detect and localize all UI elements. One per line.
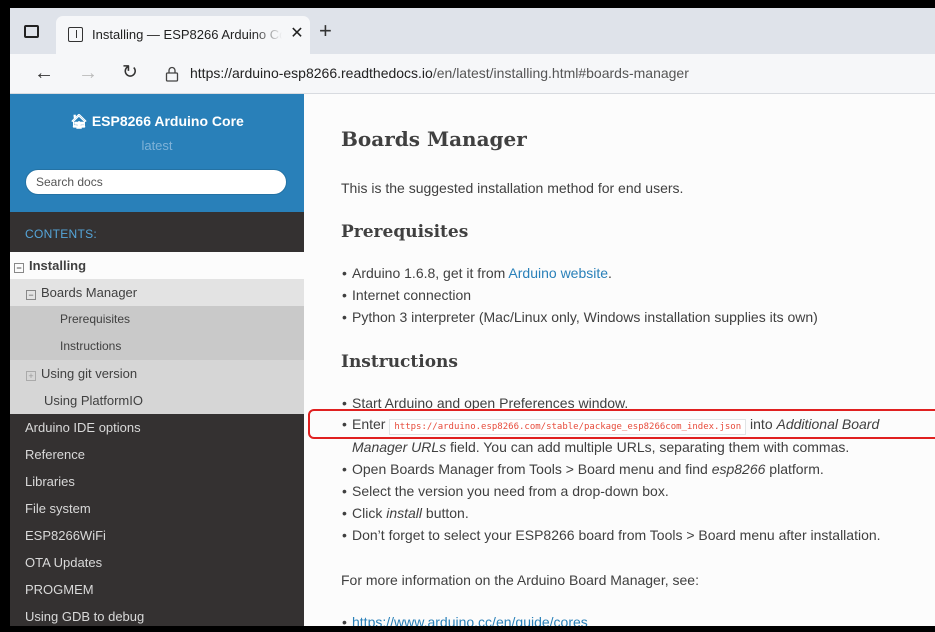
favicon-icon xyxy=(68,27,83,42)
sidebar-item-label: ESP8266WiFi xyxy=(25,528,106,543)
tab-strip: Installing — ESP8266 Arduino Co ✕ + xyxy=(10,8,935,54)
sidebar-item-label: Using GDB to debug xyxy=(25,609,145,624)
browser-window: Installing — ESP8266 Arduino Co ✕ + ← → … xyxy=(10,8,935,626)
sidebar-item-label: Instructions xyxy=(60,339,122,353)
search-input[interactable] xyxy=(25,169,287,195)
intro-paragraph: This is the suggested installation metho… xyxy=(341,180,684,196)
collapse-icon[interactable]: − xyxy=(14,263,24,273)
sidebar-item-boards-manager[interactable]: − Boards Manager xyxy=(10,279,304,306)
version-label: latest xyxy=(141,138,173,153)
forward-arrow-icon[interactable]: → xyxy=(76,62,100,86)
tab-title: Installing — ESP8266 Arduino Co xyxy=(92,27,282,42)
list-item-text: field. You can add multiple URLs, separa… xyxy=(446,439,850,455)
url-path: /en/latest/installing.html#boards-manage… xyxy=(432,65,689,81)
sidebar-item-reference[interactable]: Reference xyxy=(10,441,304,468)
lock-icon[interactable] xyxy=(165,66,179,82)
sidebar-item-installing[interactable]: − Installing xyxy=(10,252,304,279)
arduino-cores-link[interactable]: https://www.arduino.cc/en/guide/cores xyxy=(352,614,588,626)
list-item-text: button. xyxy=(422,505,469,521)
sidebar-item-label: Using git version xyxy=(41,366,138,381)
list-item-text: Arduino 1.6.8, get it from xyxy=(352,265,509,281)
list-item-text: . xyxy=(608,265,612,281)
list-item: Don’t forget to select your ESP8266 boar… xyxy=(342,527,881,543)
sidebar-item-label: PROGMEM xyxy=(25,582,94,597)
list-item: Click install button. xyxy=(342,505,469,521)
sidebar-item-label: Boards Manager xyxy=(41,285,138,300)
sidebar-item-label: Installing xyxy=(29,258,87,273)
arduino-website-link[interactable]: Arduino website xyxy=(508,265,608,281)
address-bar-row: ← → ↻ https://arduino-esp8266.readthedoc… xyxy=(10,54,935,94)
sidebar-item-esp8266wifi[interactable]: ESP8266WiFi xyxy=(10,522,304,549)
list-item: Internet connection xyxy=(342,287,471,303)
expand-icon[interactable]: + xyxy=(26,371,36,381)
prerequisites-heading: Prerequisites xyxy=(341,222,469,242)
list-item-emphasis: install xyxy=(386,505,423,521)
sidebar-item-gdb[interactable]: Using GDB to debug xyxy=(10,603,304,626)
list-item-emphasis: Manager URLs xyxy=(352,439,447,455)
list-item: Open Boards Manager from Tools > Board m… xyxy=(342,461,824,477)
list-item: Enter https://arduino.esp8266.com/stable… xyxy=(342,416,880,435)
sidebar-item-label: OTA Updates xyxy=(25,555,103,570)
list-item-emphasis: Additional Board xyxy=(776,416,880,432)
sidebar-item-file-system[interactable]: File system xyxy=(10,495,304,522)
list-item-continuation: Manager URLs field. You can add multiple… xyxy=(352,439,849,455)
list-item: https://www.arduino.cc/en/guide/cores xyxy=(342,614,588,626)
more-info-paragraph: For more information on the Arduino Boar… xyxy=(341,572,699,588)
sidebar-item-ide-options[interactable]: Arduino IDE options xyxy=(10,414,304,441)
sidebar-item-platformio[interactable]: Using PlatformIO xyxy=(10,387,304,414)
list-item-emphasis: esp8266 xyxy=(711,461,766,477)
sidebar-item-prerequisites[interactable]: Prerequisites xyxy=(10,306,304,333)
instructions-heading: Instructions xyxy=(341,352,458,372)
browser-tab[interactable]: Installing — ESP8266 Arduino Co ✕ xyxy=(56,16,310,54)
list-item: Arduino 1.6.8, get it from Arduino websi… xyxy=(342,265,612,281)
project-home-link[interactable]: 🏠︎ ESP8266 Arduino Core xyxy=(10,113,304,130)
project-name: ESP8266 Arduino Core xyxy=(91,113,244,129)
new-tab-button[interactable]: + xyxy=(319,20,332,42)
main-content: Boards Manager This is the suggested ins… xyxy=(304,94,935,626)
back-arrow-icon[interactable]: ← xyxy=(32,62,56,86)
list-item-text: platform. xyxy=(765,461,824,477)
sidebar-item-label: Reference xyxy=(25,447,85,462)
page-title: Boards Manager xyxy=(341,127,527,151)
list-item: Select the version you need from a drop-… xyxy=(342,483,669,499)
home-icon: 🏠︎ xyxy=(70,113,92,129)
window-menu-icon[interactable] xyxy=(24,25,39,38)
docs-sidebar: 🏠︎ ESP8266 Arduino Core latest CONTENTS:… xyxy=(10,94,304,626)
list-item-text: Click xyxy=(352,505,387,521)
list-item-text: Enter xyxy=(352,416,390,432)
sidebar-item-label: Using PlatformIO xyxy=(44,393,143,408)
sidebar-item-label: Libraries xyxy=(25,474,75,489)
list-item-text: into xyxy=(746,416,777,432)
url-host: https://arduino-esp8266.readthedocs.io xyxy=(190,65,433,81)
sidebar-header: 🏠︎ ESP8266 Arduino Core latest xyxy=(10,94,304,212)
sidebar-item-progmem[interactable]: PROGMEM xyxy=(10,576,304,603)
collapse-icon[interactable]: − xyxy=(26,290,36,300)
reload-icon[interactable]: ↻ xyxy=(118,62,142,86)
board-manager-url-code: https://arduino.esp8266.com/stable/packa… xyxy=(389,419,747,435)
sidebar-item-using-git[interactable]: + Using git version xyxy=(10,360,304,387)
sidebar-item-label: File system xyxy=(25,501,91,516)
list-item: Python 3 interpreter (Mac/Linux only, Wi… xyxy=(342,309,818,325)
sidebar-item-label: Prerequisites xyxy=(60,312,131,326)
clipped-heading-fragment xyxy=(444,94,484,100)
sidebar-item-instructions[interactable]: Instructions xyxy=(10,333,304,360)
url-field[interactable]: https://arduino-esp8266.readthedocs.io/e… xyxy=(190,65,689,81)
sidebar-item-libraries[interactable]: Libraries xyxy=(10,468,304,495)
sidebar-item-ota-updates[interactable]: OTA Updates xyxy=(10,549,304,576)
contents-caption: CONTENTS: xyxy=(25,227,98,241)
tab-close-icon[interactable]: ✕ xyxy=(287,24,307,44)
list-item-text: Open Boards Manager from Tools > Board m… xyxy=(352,461,712,477)
sidebar-item-label: Arduino IDE options xyxy=(25,420,141,435)
